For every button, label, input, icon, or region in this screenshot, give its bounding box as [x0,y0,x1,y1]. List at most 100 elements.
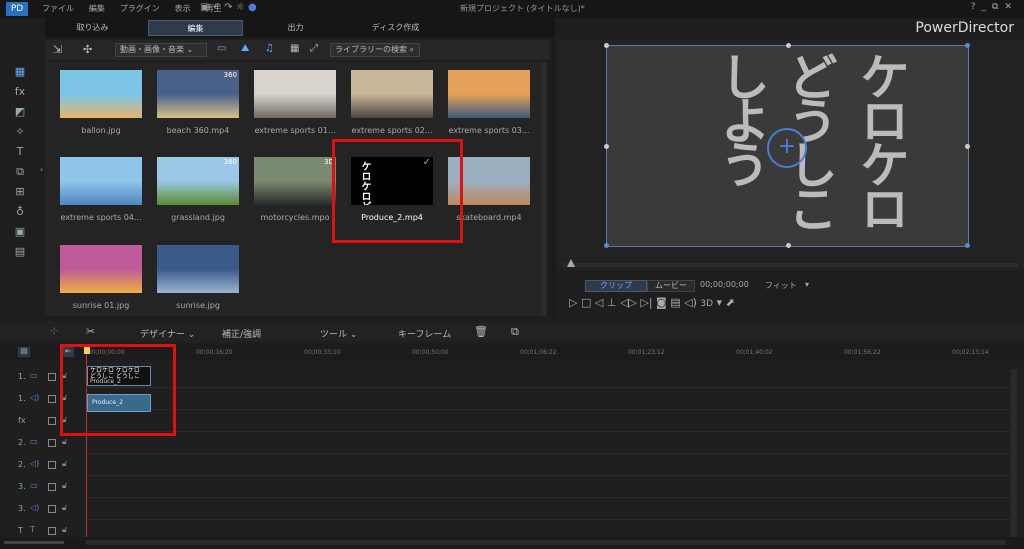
undo-icon[interactable]: ↶ [213,2,221,13]
close-icon[interactable]: ✕ [1004,2,1018,12]
link-icon[interactable]: ⊹ [50,326,58,337]
resize-handle[interactable] [965,243,970,248]
pip-room-icon[interactable]: ◩ [12,104,28,120]
media-thumbnail[interactable] [60,157,142,205]
media-thumbnail[interactable] [448,70,530,118]
track-manager-icon[interactable]: ▤ [18,347,30,357]
audio-mix-room-icon[interactable]: ⊞ [12,184,28,200]
menu-view[interactable]: 表示 [175,3,191,14]
image-filter-icon[interactable]: ⛰ [241,43,249,54]
media-thumbnail[interactable]: 360 [157,70,239,118]
plugin-icon[interactable]: ✣ [83,43,92,56]
media-filter-dropdown[interactable]: 動画・画像・音楽 ⌄ [115,43,207,57]
library-search-input[interactable]: ライブラリーの検索 ⌕ [330,43,420,57]
track-enable-checkbox[interactable] [48,417,56,425]
split-icon[interactable]: ✂ [86,325,95,338]
track-row[interactable] [85,454,1015,476]
export-icon[interactable]: ⧉ [511,325,519,339]
volume-icon[interactable]: ◁) [684,296,697,309]
timeline-scrollbar[interactable] [1011,369,1017,539]
panel-splitter[interactable] [552,40,556,318]
next-frame-icon[interactable]: ▷| [640,296,652,309]
restore-icon[interactable]: ⧉ [992,2,1004,12]
track-enable-checkbox[interactable] [48,505,56,513]
display-icon[interactable]: ▤ [670,296,680,309]
track-enable-checkbox[interactable] [48,483,56,491]
track-row[interactable] [85,366,1015,388]
resize-handle[interactable] [965,144,970,149]
subtitle-room-icon[interactable]: ▤ [12,244,28,260]
resize-handle[interactable] [786,43,791,48]
voice-over-icon[interactable]: ♁ [12,204,28,220]
track-row[interactable] [85,476,1015,498]
keyframe-button[interactable]: キーフレーム [398,327,451,340]
mode-3d-chevron-icon[interactable]: ▾ [717,296,723,309]
horizontal-scrollbar[interactable] [86,540,1006,545]
tab-edit[interactable]: 編集 [148,20,243,36]
track-enable-checkbox[interactable] [48,395,56,403]
track-enable-checkbox[interactable] [48,373,56,381]
help-icon[interactable]: ? [971,2,982,12]
music-filter-icon[interactable]: ♫ [265,43,274,54]
import-icon[interactable]: ⇲ [53,43,62,56]
redo-icon[interactable]: ↷ [224,2,232,13]
transition-room-icon[interactable]: ⧉ [12,164,28,180]
clip-mode-button[interactable]: クリップ [585,280,647,292]
media-thumbnail[interactable]: 3D [254,157,336,205]
track-row[interactable] [85,498,1015,520]
undock-icon[interactable]: ⬈ [726,296,735,309]
track-enable-checkbox[interactable] [48,527,56,535]
save-icon[interactable]: ▣ [200,2,209,13]
seek-handle[interactable] [567,259,575,267]
track-row[interactable] [85,432,1015,454]
update-icon[interactable]: ● [248,2,257,13]
tools-dropdown[interactable]: ツール ⌄ [320,327,357,340]
track-enable-checkbox[interactable] [48,461,56,469]
particle-room-icon[interactable]: ✧ [12,124,28,140]
lock-icon[interactable]: 🔓︎ [62,459,67,469]
tab-disc[interactable]: ディスク作成 [348,20,443,36]
media-room-icon[interactable]: ▦ [12,64,28,80]
search-icon[interactable]: ⌕ [410,45,414,54]
resize-handle[interactable] [965,43,970,48]
settings-icon[interactable]: ☼ [236,2,245,13]
menu-file[interactable]: ファイル [42,3,74,14]
stop-icon[interactable]: □ [581,296,591,309]
menu-plugin[interactable]: プラグイン [120,3,160,14]
minimize-icon[interactable]: _ [982,2,993,12]
library-scrollbar[interactable] [541,62,547,316]
prev-frame-icon[interactable]: ◁ [595,296,603,309]
menu-edit[interactable]: 編集 [89,3,105,14]
fx-room-icon[interactable]: fx [12,84,28,100]
title-room-icon[interactable]: T [12,144,28,160]
media-thumbnail[interactable]: 360 [157,157,239,205]
media-thumbnail[interactable] [60,245,142,293]
delete-icon[interactable]: 🗑 [474,325,488,338]
media-thumbnail[interactable] [351,70,433,118]
fast-forward-icon[interactable]: ◁▷ [620,296,637,309]
resize-handle[interactable] [604,144,609,149]
grid-view-icon[interactable]: ▦ [290,43,299,54]
media-thumbnail[interactable] [254,70,336,118]
resize-handle[interactable] [786,243,791,248]
media-thumbnail[interactable] [157,245,239,293]
timecode[interactable]: 00;00;00;00 [700,280,749,289]
lock-icon[interactable]: 🔓︎ [62,503,67,513]
mark-icon[interactable]: ⊥ [607,296,617,309]
expand-icon[interactable]: ⤢ [310,43,318,54]
track-row[interactable] [85,388,1015,410]
preview-canvas[interactable]: ケロケロ どうしこ しよう + [604,43,970,248]
track-enable-checkbox[interactable] [48,439,56,447]
fit-chevron-icon[interactable]: ▾ [805,280,809,289]
tab-output[interactable]: 出力 [248,20,343,36]
designer-dropdown[interactable]: デザイナー ⌄ [140,327,195,340]
anchor-point-icon[interactable]: + [767,128,807,168]
video-filter-icon[interactable]: ▭ [217,43,226,54]
movie-mode-button[interactable]: ムービー [647,280,695,292]
resize-handle[interactable] [604,243,609,248]
lock-icon[interactable]: 🔓︎ [62,437,67,447]
correct-enhance-button[interactable]: 補正/強調 [222,327,261,340]
fit-dropdown[interactable]: フィット [765,280,797,291]
snapshot-icon[interactable]: ◙ [656,296,667,309]
expand-panel-icon[interactable]: › [40,165,43,174]
